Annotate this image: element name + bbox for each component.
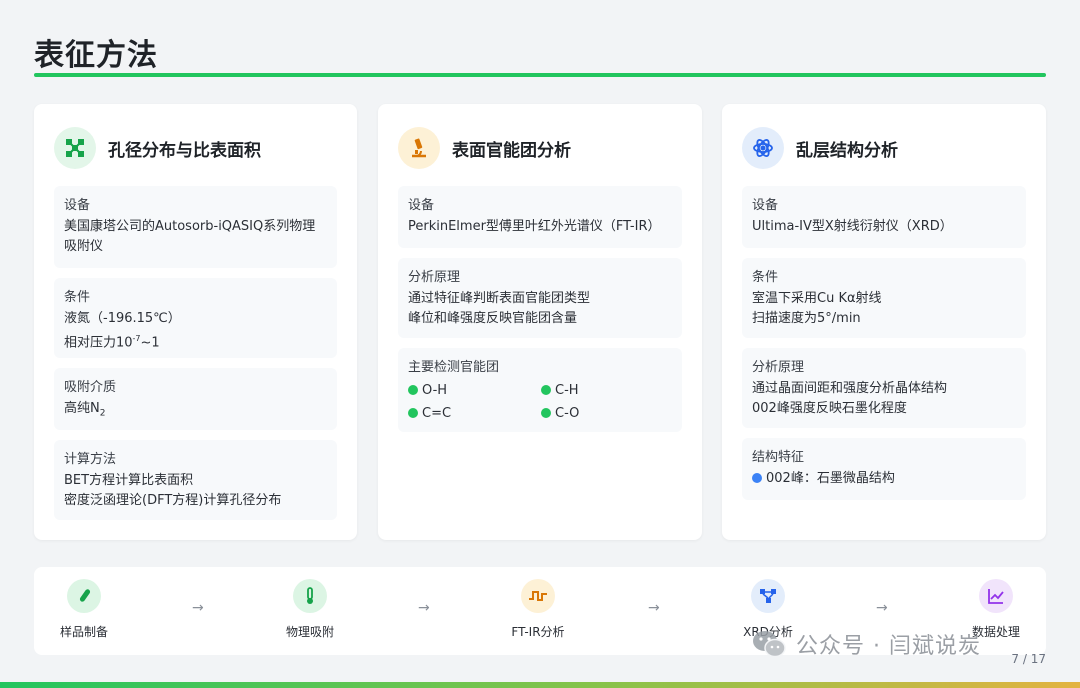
block-label: 设备 (752, 198, 779, 213)
card-header: 乱层结构分析 (742, 124, 898, 172)
block-line: 002峰强度反映石墨化程度 (752, 401, 907, 416)
block-line: 吸附仪 (64, 239, 104, 254)
flow-step-label: FT-IR分析 (511, 625, 565, 639)
block-line: 室温下采用Cu Kα射线 (752, 291, 882, 306)
line-chart-icon (979, 579, 1013, 613)
flow-arrow: → (648, 600, 660, 616)
block-line: PerkinElmer型傅里叶红外光谱仪（FT-IR） (408, 219, 661, 234)
info-block-medium: 吸附介质 高纯N2 (54, 368, 337, 430)
info-block-principle: 分析原理 通过特征峰判断表面官能团类型 峰位和峰强度反映官能团含量 (398, 258, 682, 338)
atom-icon (742, 127, 784, 169)
structure-feature-item: 002峰：石墨微晶结构 (752, 469, 1016, 489)
info-block-equipment: 设备 美国康塔公司的Autosorb-iQASIQ系列物理 吸附仪 (54, 186, 337, 268)
flow-step-ftir: FT-IR分析 (488, 579, 588, 640)
info-block-equipment: 设备 PerkinElmer型傅里叶红外光谱仪（FT-IR） (398, 186, 682, 248)
wave-icon (521, 579, 555, 613)
relative-pressure: 相对压力10-7~1 (64, 334, 160, 351)
flow-arrow: → (192, 600, 204, 616)
info-block-conditions: 条件 室温下采用Cu Kα射线 扫描速度为5°/min (742, 258, 1026, 338)
block-line: 液氮（-196.15℃） (64, 311, 181, 326)
block-line: 扫描速度为5°/min (752, 311, 861, 326)
card-turbostratic-structure: 乱层结构分析 设备 Ultima-IV型X射线衍射仪（XRD） 条件 室温下采用… (722, 104, 1046, 540)
adsorption-gas: 高纯N2 (64, 401, 106, 419)
block-label: 条件 (64, 290, 91, 305)
block-line: 通过特征峰判断表面官能团类型 (408, 291, 591, 306)
block-label: 计算方法 (64, 452, 117, 467)
microscope-icon (398, 127, 440, 169)
network-icon (54, 127, 96, 169)
diagram-icon (751, 579, 785, 613)
info-block-equipment: 设备 Ultima-IV型X射线衍射仪（XRD） (742, 186, 1026, 248)
info-block-method: 计算方法 BET方程计算比表面积 密度泛函理论(DFT方程)计算孔径分布 (54, 440, 337, 520)
block-line: 通过晶面间距和强度分析晶体结构 (752, 381, 948, 396)
page-title: 表征方法 (34, 38, 158, 73)
page-number: 7 / 17 (1011, 652, 1046, 666)
block-label: 设备 (64, 198, 91, 213)
functional-group-item: C-H (541, 381, 661, 401)
info-block-groups: 主要检测官能团 O-H C-H C=C C-O (398, 348, 682, 432)
card-header: 表面官能团分析 (398, 124, 571, 172)
card-pore-distribution: 孔径分布与比表面积 设备 美国康塔公司的Autosorb-iQASIQ系列物理 … (34, 104, 357, 540)
functional-group-item: C-O (541, 404, 661, 424)
bottom-gradient-bar (0, 682, 1080, 688)
card-title: 乱层结构分析 (796, 140, 898, 161)
block-label: 条件 (752, 270, 779, 285)
flow-step-sample-prep: 样品制备 (34, 579, 134, 640)
block-label: 设备 (408, 198, 435, 213)
card-header: 孔径分布与比表面积 (54, 124, 261, 172)
watermark: 公众号 · 闫斌说炭 (752, 624, 981, 664)
card-title: 表面官能团分析 (452, 140, 571, 161)
info-block-conditions: 条件 液氮（-196.15℃） 相对压力10-7~1 (54, 278, 337, 358)
info-block-principle: 分析原理 通过晶面间距和强度分析晶体结构 002峰强度反映石墨化程度 (742, 348, 1026, 428)
title-divider (34, 73, 1046, 77)
functional-group-item: C=C (408, 404, 541, 424)
block-line: BET方程计算比表面积 (64, 473, 194, 488)
block-line: 密度泛函理论(DFT方程)计算孔径分布 (64, 493, 282, 508)
flow-arrow: → (876, 600, 888, 616)
block-line: 美国康塔公司的Autosorb-iQASIQ系列物理 (64, 219, 316, 234)
block-label: 吸附介质 (64, 380, 117, 395)
flow-step-physisorption: 物理吸附 (260, 579, 360, 640)
thermometer-icon (293, 579, 327, 613)
info-block-feature: 结构特征 002峰：石墨微晶结构 (742, 438, 1026, 500)
flow-step-label: 样品制备 (59, 625, 108, 639)
functional-group-list: O-H C-H C=C C-O (408, 381, 672, 424)
flow-arrow: → (418, 600, 430, 616)
block-label: 主要检测官能团 (408, 360, 500, 375)
wechat-icon (753, 631, 786, 658)
watermark-text: 公众号 · 闫斌说炭 (796, 634, 981, 659)
functional-group-item: O-H (408, 381, 541, 401)
block-line: Ultima-IV型X射线衍射仪（XRD） (752, 219, 953, 234)
block-label: 结构特征 (752, 450, 805, 465)
card-title: 孔径分布与比表面积 (108, 140, 261, 161)
block-label: 分析原理 (752, 360, 805, 375)
vial-icon (67, 579, 101, 613)
block-line: 峰位和峰强度反映官能团含量 (408, 311, 578, 326)
block-label: 分析原理 (408, 270, 461, 285)
flow-step-label: 物理吸附 (285, 625, 334, 639)
card-functional-groups: 表面官能团分析 设备 PerkinElmer型傅里叶红外光谱仪（FT-IR） 分… (378, 104, 702, 540)
